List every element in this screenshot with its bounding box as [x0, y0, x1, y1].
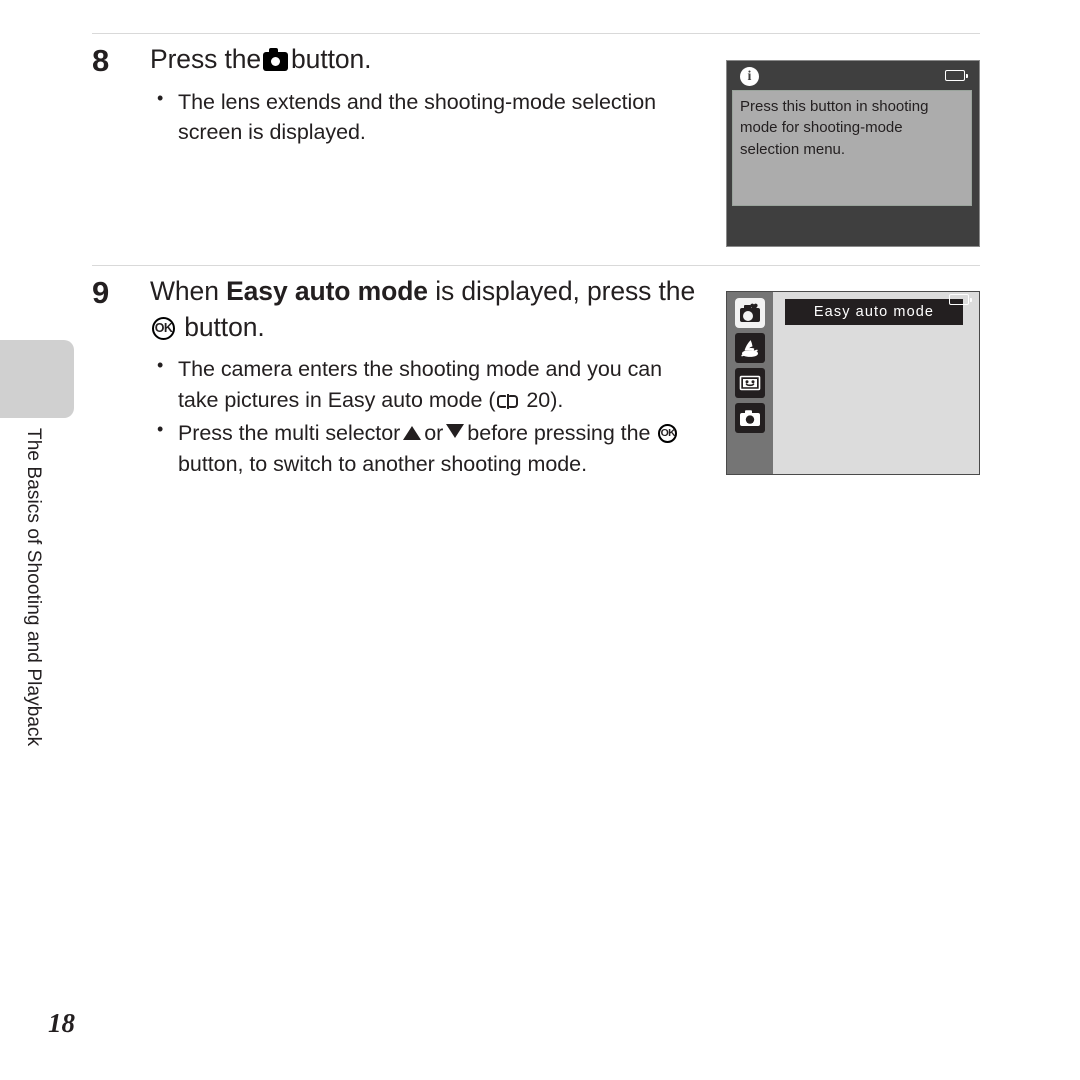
screen2-main-area: Easy auto mode	[773, 292, 979, 474]
auto-mode-icon[interactable]	[735, 403, 765, 433]
shooting-mode-selection-screen: Easy auto mode	[726, 291, 980, 475]
step-8: 8 Press the button. The lens extends and …	[92, 42, 702, 150]
triangle-up-icon	[403, 425, 422, 440]
selected-mode-label-text: Easy auto mode	[813, 304, 935, 320]
screen1-message-text: Press this button in shooting mode for s…	[740, 98, 929, 158]
step-8-heading: Press the button.	[150, 42, 702, 78]
bullet-text-part3: button, to switch to another shooting mo…	[178, 451, 587, 476]
step-9-heading: When Easy auto mode is displayed, press …	[150, 274, 702, 345]
step-9-heading-mid: is displayed, press the	[435, 276, 696, 306]
smart-portrait-mode-icon[interactable]	[735, 368, 765, 398]
ok-button-label: OK	[154, 320, 173, 335]
camera-icon	[263, 48, 289, 71]
chapter-label: The Basics of Shooting and Playback	[23, 428, 44, 747]
bullet-item: Press the multi selector or before pressin…	[150, 417, 702, 480]
bullet-text-part2: before pressing the	[467, 420, 651, 445]
selected-mode-label: Easy auto mode	[785, 299, 963, 325]
page-number: 18	[48, 1008, 75, 1038]
bullet-text-part2: ).	[550, 387, 564, 412]
step-8-heading-before: Press the	[150, 44, 262, 74]
screen1-bottom-bar	[727, 206, 979, 246]
step-8-heading-after: button.	[291, 44, 372, 74]
mode-sidebar	[727, 292, 773, 474]
bullet-ref-page: 20	[526, 387, 551, 412]
step-8-bullets: The lens extends and the shooting-mode s…	[150, 86, 702, 149]
scene-mode-glyph	[741, 340, 758, 357]
info-icon	[740, 67, 759, 86]
manual-page: The Basics of Shooting and Playback 18 8…	[0, 0, 1080, 1080]
bullet-text-part1: The camera enters the shooting mode and …	[178, 357, 663, 412]
bullet-text-part1: Press the multi selector	[178, 420, 401, 445]
step-9-heading-after: button.	[184, 311, 265, 342]
ok-button-icon: OK	[152, 316, 175, 340]
step-8-number: 8	[92, 43, 110, 78]
ok-button-label: OK	[660, 427, 676, 440]
easy-auto-mode-icon[interactable]	[735, 298, 765, 328]
chapter-tab	[0, 340, 74, 418]
book-icon	[497, 393, 519, 409]
step-9-bullets: The camera enters the shooting mode and …	[150, 353, 702, 480]
triangle-down-icon	[446, 423, 465, 438]
screen1-message-panel: Press this button in shooting mode for s…	[732, 90, 972, 206]
bullet-item: The camera enters the shooting mode and …	[150, 353, 702, 416]
smart-portrait-mode-glyph	[739, 375, 761, 391]
ok-button-icon: OK	[658, 423, 678, 443]
step-8-body: Press the button. The lens extends and th…	[150, 42, 702, 148]
step-9: 9 When Easy auto mode is displayed, pres…	[92, 274, 702, 482]
screen1-top-bar	[727, 61, 979, 90]
easy-auto-mode-glyph	[740, 303, 760, 322]
step-9-body: When Easy auto mode is displayed, press …	[150, 274, 702, 480]
info-message-screen: Press this button in shooting mode for s…	[726, 60, 980, 247]
battery-icon	[945, 70, 968, 81]
bullet-text-mid: or	[424, 420, 444, 445]
divider-between-steps	[92, 265, 980, 266]
divider-top	[92, 33, 980, 34]
auto-mode-glyph	[740, 410, 760, 426]
step-9-number: 9	[92, 275, 110, 310]
step-9-heading-before: When	[150, 276, 219, 306]
step-9-heading-bold: Easy auto mode	[226, 276, 428, 306]
battery-icon	[949, 294, 972, 305]
bullet-item: The lens extends and the shooting-mode s…	[150, 86, 702, 149]
scene-mode-icon[interactable]	[735, 333, 765, 363]
